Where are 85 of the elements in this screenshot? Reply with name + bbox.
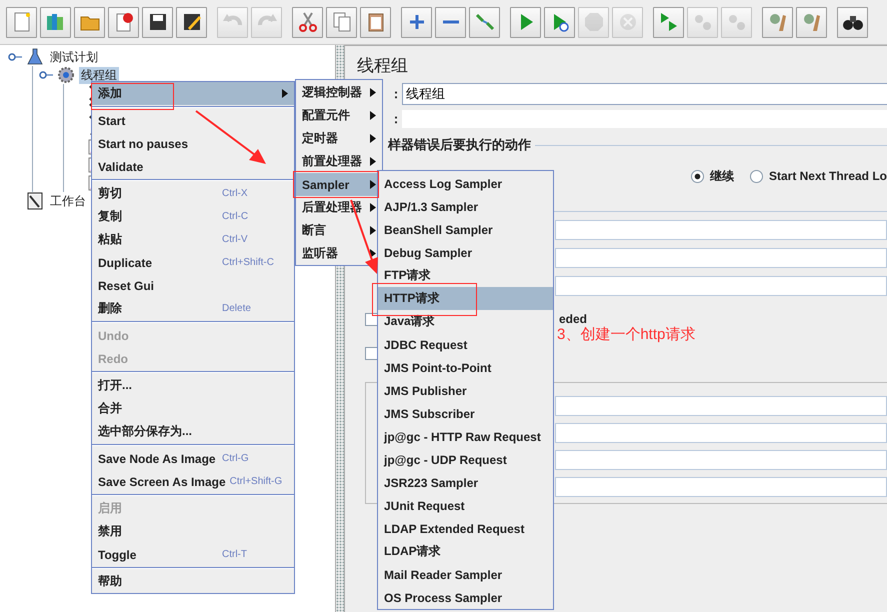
menu-item[interactable]: Toggle Ctrl-T xyxy=(92,543,294,566)
menu-item[interactable]: 禁用 xyxy=(92,520,294,543)
checkbox[interactable] xyxy=(365,346,378,360)
stop-icon xyxy=(582,11,604,33)
menu-item[interactable]: Reset Gui xyxy=(92,274,294,297)
radio-label: 继续 xyxy=(710,168,734,184)
flask-icon xyxy=(26,48,44,66)
menu-item[interactable]: JDBC Request xyxy=(378,333,553,356)
menu-item[interactable]: 定时器 xyxy=(296,127,382,150)
menu-item[interactable]: 删除 Delete xyxy=(92,297,294,320)
field-label: ： xyxy=(390,86,402,100)
menu-item[interactable]: 合并 xyxy=(92,397,294,420)
submenu-arrow-icon xyxy=(370,203,376,212)
menu-item[interactable]: 添加 xyxy=(92,82,294,105)
minus-icon xyxy=(442,20,458,24)
toolbar-button[interactable] xyxy=(176,6,207,38)
submenu-arrow-icon xyxy=(370,111,376,120)
text-field[interactable] xyxy=(555,396,887,416)
section-title: 样器错误后要执行的动作 xyxy=(388,136,531,154)
pipette-icon xyxy=(474,11,496,33)
radio-label: Start Next Thread Lo xyxy=(768,169,887,183)
menu-item[interactable]: 逻辑控制器 xyxy=(296,81,382,104)
menu-item[interactable]: LDAP请求 xyxy=(378,540,553,563)
radio-button[interactable] xyxy=(750,170,763,182)
submenu-arrow-icon xyxy=(282,89,288,98)
submenu-arrow-icon xyxy=(370,134,376,143)
menu-item[interactable]: JMS Subscriber xyxy=(378,402,553,425)
menu-item[interactable]: 打开... xyxy=(92,374,294,397)
text-field[interactable] xyxy=(555,276,887,296)
menu-item[interactable]: 复制 Ctrl-C xyxy=(92,205,294,228)
notebook-icon xyxy=(26,192,44,210)
menu-item[interactable]: Debug Sampler xyxy=(378,241,553,264)
gear-icon xyxy=(57,66,75,84)
menu-item[interactable]: JMS Point-to-Point xyxy=(378,356,553,379)
annotation-text: 3、创建一个http请求 xyxy=(557,325,696,344)
pointer-arrow xyxy=(195,110,266,164)
menu-item[interactable]: JSR223 Sampler xyxy=(378,471,553,494)
menu-item[interactable]: 配置元件 xyxy=(296,104,382,127)
menu-item[interactable]: BeanShell Sampler xyxy=(378,218,553,241)
submenu-arrow-icon xyxy=(370,249,376,258)
menu-item[interactable]: Mail Reader Sampler xyxy=(378,563,553,586)
menu-item[interactable]: Start no pauses xyxy=(92,132,294,155)
panel-title: 线程组 xyxy=(357,55,409,77)
tree-node[interactable]: 测试计划 xyxy=(48,48,100,66)
menu-item[interactable]: 粘贴 Ctrl-V xyxy=(92,228,294,251)
menu-item[interactable]: Java请求 xyxy=(378,310,553,333)
tree-handle-icon[interactable] xyxy=(39,70,53,80)
text-field[interactable] xyxy=(555,220,887,240)
checkbox-label: eded xyxy=(559,312,588,326)
menu-item[interactable]: jp@gc - UDP Request xyxy=(378,448,553,471)
menu-item[interactable]: 前置处理器 xyxy=(296,150,382,173)
submenu-arrow-icon xyxy=(370,88,376,97)
text-field[interactable] xyxy=(555,248,887,268)
menu-item[interactable]: Duplicate Ctrl+Shift-C xyxy=(92,251,294,274)
tree-node[interactable]: 线程组 xyxy=(79,66,119,84)
text-field[interactable] xyxy=(555,477,887,497)
menu-item[interactable]: HTTP请求 xyxy=(378,287,553,310)
toolbar-button[interactable] xyxy=(837,6,868,38)
text-field[interactable] xyxy=(555,450,887,470)
menu-item[interactable]: JUnit Request xyxy=(378,494,553,517)
tree-handle-icon[interactable] xyxy=(8,52,22,62)
menu-item[interactable]: Validate xyxy=(92,155,294,178)
menu-item[interactable]: FTP请求 xyxy=(378,264,553,287)
text-field[interactable] xyxy=(555,423,887,443)
menu-item[interactable]: Save Node As Image Ctrl-G xyxy=(92,447,294,470)
menu-item[interactable]: jp@gc - HTTP Raw Request xyxy=(378,425,553,448)
scissors-icon xyxy=(296,11,318,33)
menu-item[interactable]: 选中部分保存为... xyxy=(92,420,294,443)
radio-button[interactable] xyxy=(690,170,704,182)
menu-item[interactable]: Save Screen As Image Ctrl+Shift-G xyxy=(92,470,294,493)
menu-item[interactable]: OS Process Sampler xyxy=(378,586,553,609)
menu-item[interactable]: AJP/1.3 Sampler xyxy=(378,195,553,218)
field-label: ： xyxy=(390,112,402,126)
menu-item[interactable]: 剪切 Ctrl-X xyxy=(92,182,294,205)
tree-node[interactable]: 工作台 xyxy=(48,192,88,210)
copy-icon xyxy=(330,11,352,33)
submenu-arrow-icon xyxy=(370,157,376,166)
menu-item[interactable]: Start xyxy=(92,109,294,132)
submenu-arrow-icon xyxy=(370,180,376,189)
menu-item[interactable]: LDAP Extended Request xyxy=(378,517,553,540)
menu-item[interactable]: JMS Publisher xyxy=(378,379,553,402)
menu-item[interactable]: 帮助 xyxy=(92,570,294,593)
name-field[interactable]: 线程组 xyxy=(402,83,887,105)
toolbar-button[interactable] xyxy=(142,6,173,38)
submenu-arrow-icon xyxy=(370,226,376,235)
